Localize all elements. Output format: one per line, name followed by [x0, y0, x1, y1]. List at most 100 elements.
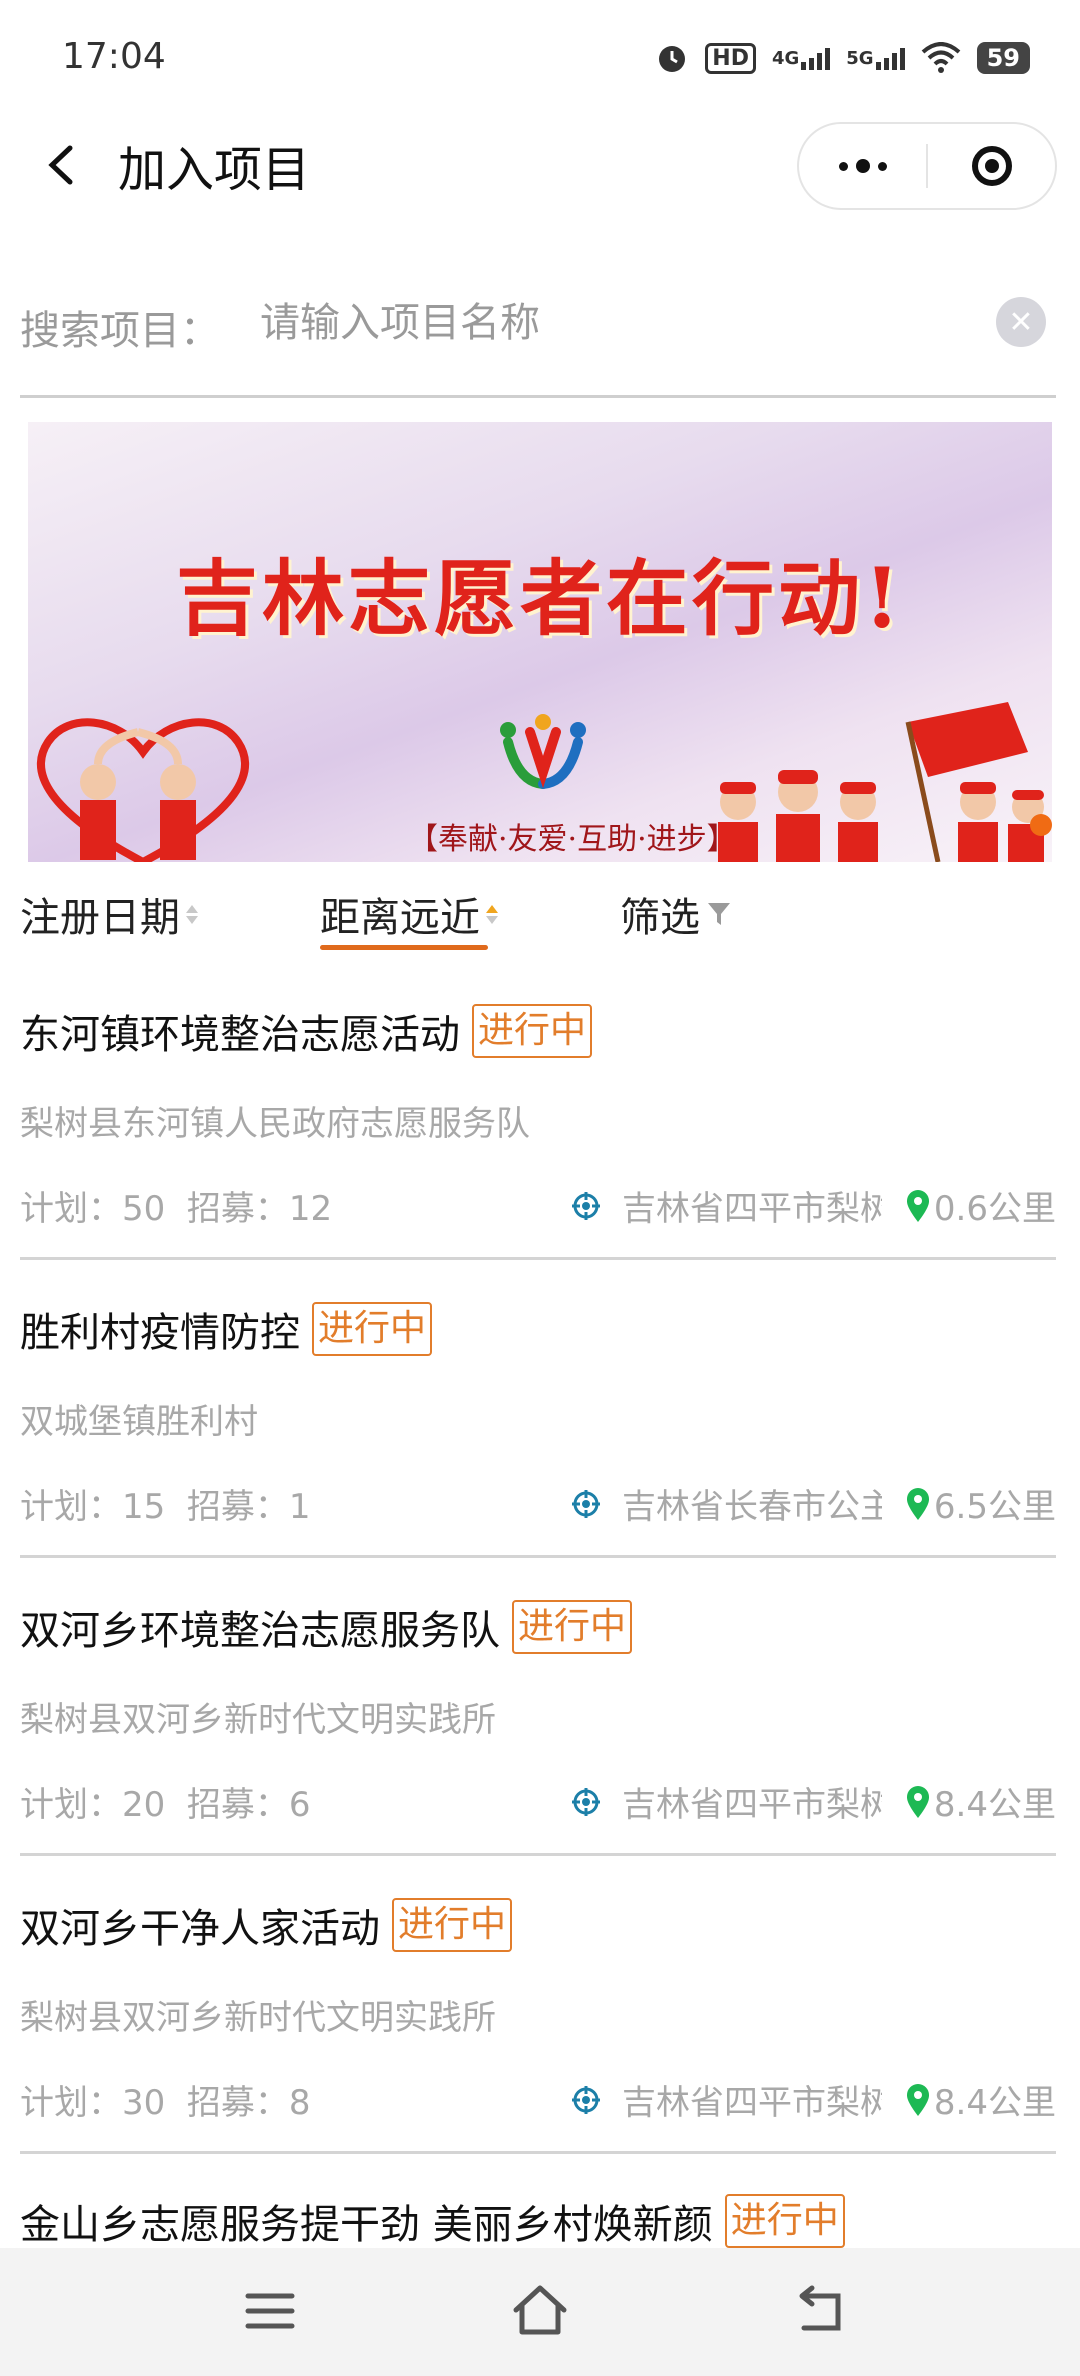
tab-filter[interactable]: 筛选 [620, 885, 732, 943]
hd-icon: HD [705, 42, 756, 74]
list-item[interactable]: 胜利村疫情防控 进行中 双城堡镇胜利村 计划：15 招募：1 吉林省长春市公主 … [20, 1300, 1056, 1558]
map-pin-icon [906, 2083, 929, 2116]
back-icon[interactable] [790, 2284, 850, 2338]
map-pin-icon [906, 1785, 929, 1818]
status-badge: 进行中 [312, 1302, 433, 1356]
location-target-icon [572, 1787, 600, 1816]
map-pin-icon [906, 1189, 929, 1222]
project-organization: 梨树县双河乡新时代文明实践所 [20, 1998, 496, 2038]
project-title: 双河乡环境整治志愿服务队 [20, 1608, 500, 1654]
location-target-icon [572, 2085, 600, 2114]
list-item[interactable]: 双河乡环境整治志愿服务队 进行中 梨树县双河乡新时代文明实践所 计划：20 招募… [20, 1598, 1056, 1856]
project-organization: 梨树县双河乡新时代文明实践所 [20, 1700, 496, 1740]
project-location: 吉林省四平市梨树 [570, 1777, 882, 1826]
location-text: 吉林省四平市梨树 [622, 2083, 882, 2123]
status-bar: 17:04 HD 4G 5G 59 [0, 0, 1080, 110]
location-text: 吉林省长春市公主 [622, 1487, 882, 1527]
carousel-indicator[interactable] [1030, 814, 1052, 836]
list-item[interactable]: 双河乡干净人家活动 进行中 梨树县双河乡新时代文明实践所 计划：30 招募：8 … [20, 1896, 1056, 2154]
distance-text: 8.4公里 [933, 1785, 1056, 1825]
plan-recruit: 计划：50 招募：12 [20, 1189, 333, 1229]
network-5g-label: 5G [846, 47, 874, 69]
item-divider [20, 2151, 1056, 2154]
status-badge: 进行中 [392, 1898, 513, 1952]
project-title-row: 双河乡环境整治志愿服务队 进行中 [20, 1598, 1056, 1656]
project-meta: 计划：20 招募：6 吉林省四平市梨树 8.4公里 [20, 1777, 1056, 1827]
more-button[interactable] [799, 124, 926, 208]
status-time: 17:04 [62, 36, 166, 77]
project-distance: 6.5公里 [906, 1479, 1056, 1528]
target-close-icon [971, 146, 1012, 186]
distance-text: 8.4公里 [933, 2083, 1056, 2123]
filter-icon [708, 903, 730, 925]
project-location: 吉林省长春市公主 [570, 1479, 882, 1528]
banner-image[interactable]: 吉林志愿者在行动! 【奉献·友爱·互助·进步】 [28, 422, 1052, 862]
back-button[interactable] [38, 130, 88, 200]
tab-label: 距离远近 [320, 895, 480, 941]
project-title: 金山乡志愿服务提干劲 美丽乡村焕新颜 [20, 2202, 713, 2248]
more-dots-icon [838, 161, 848, 171]
search-label: 搜索项目： [20, 308, 220, 354]
banner-title: 吉林志愿者在行动! [176, 551, 904, 647]
location-target-icon [572, 1489, 600, 1518]
tab-distance[interactable]: 距离远近 [320, 885, 498, 943]
mini-program-capsule [797, 122, 1057, 210]
project-organization: 梨树县东河镇人民政府志愿服务队 [20, 1104, 530, 1144]
network-4g-label: 4G [771, 47, 800, 69]
more-dots-icon-center [855, 159, 870, 173]
project-meta: 计划：50 招募：12 吉林省四平市梨树 0.6公里 [20, 1181, 1056, 1231]
project-distance: 8.4公里 [906, 1777, 1056, 1826]
sort-arrows-icon [486, 904, 498, 924]
list-item[interactable]: 东河镇环境整治志愿活动 进行中 梨树县东河镇人民政府志愿服务队 计划：50 招募… [20, 1002, 1056, 1260]
project-meta: 计划：30 招募：8 吉林省四平市梨树 8.4公里 [20, 2075, 1056, 2125]
clear-icon[interactable]: ✕ [996, 297, 1046, 347]
volunteers-flag-illustration [718, 702, 1044, 862]
page-title: 加入项目 [118, 142, 311, 198]
tab-register-date[interactable]: 注册日期 [20, 885, 198, 943]
alarm-icon [655, 41, 689, 75]
home-icon[interactable] [508, 2280, 572, 2340]
menu-icon[interactable] [240, 2286, 300, 2336]
more-dots-icon-end [877, 161, 887, 171]
signal-4g-icon: 4G [771, 46, 831, 70]
plan-recruit: 计划：30 招募：8 [20, 2083, 311, 2123]
item-divider [20, 1853, 1056, 1856]
project-title: 东河镇环境整治志愿活动 [20, 1012, 460, 1058]
status-badge: 进行中 [472, 1004, 593, 1058]
signal-5g-icon: 5G [846, 46, 905, 70]
project-location: 吉林省四平市梨树 [570, 2075, 882, 2124]
project-title: 双河乡干净人家活动 [20, 1906, 380, 1952]
active-tab-underline [320, 945, 488, 950]
project-title-row: 胜利村疫情防控 进行中 [20, 1300, 1056, 1358]
distance-text: 6.5公里 [933, 1487, 1056, 1527]
volunteer-logo-icon [500, 714, 586, 789]
status-badge: 进行中 [512, 1600, 633, 1654]
item-divider [20, 1257, 1056, 1260]
project-title-row: 双河乡干净人家活动 进行中 [20, 1896, 1056, 1954]
project-organization: 双城堡镇胜利村 [20, 1402, 258, 1442]
plan-recruit: 计划：20 招募：6 [20, 1785, 311, 1825]
chevron-left-icon [48, 145, 73, 185]
list-item[interactable]: 金山乡志愿服务提干劲 美丽乡村焕新颜 进行中 [20, 2192, 1056, 2250]
system-nav-bar [0, 2248, 1080, 2376]
map-pin-icon [906, 1487, 929, 1520]
search-divider [20, 395, 1056, 398]
project-meta: 计划：15 招募：1 吉林省长春市公主 6.5公里 [20, 1479, 1056, 1529]
banner-slogan: 【奉献·友爱·互助·进步】 [408, 822, 737, 857]
project-distance: 8.4公里 [906, 2075, 1056, 2124]
search-input[interactable] [258, 290, 982, 356]
heart-volunteers-illustration [37, 718, 249, 862]
status-icons: HD 4G 5G 59 [655, 36, 1030, 80]
location-text: 吉林省四平市梨树 [622, 1189, 882, 1229]
project-title-row: 东河镇环境整治志愿活动 进行中 [20, 1002, 1056, 1060]
battery-icon: 59 [976, 42, 1030, 74]
plan-recruit: 计划：15 招募：1 [20, 1487, 311, 1527]
distance-text: 0.6公里 [933, 1189, 1056, 1229]
close-button[interactable] [928, 124, 1055, 208]
tab-label: 筛选 [620, 895, 700, 941]
sort-arrows-icon [186, 904, 198, 924]
project-title-row: 金山乡志愿服务提干劲 美丽乡村焕新颜 进行中 [20, 2192, 1056, 2250]
status-badge: 进行中 [724, 2194, 845, 2248]
wifi-icon [921, 42, 961, 74]
project-title: 胜利村疫情防控 [20, 1310, 300, 1356]
